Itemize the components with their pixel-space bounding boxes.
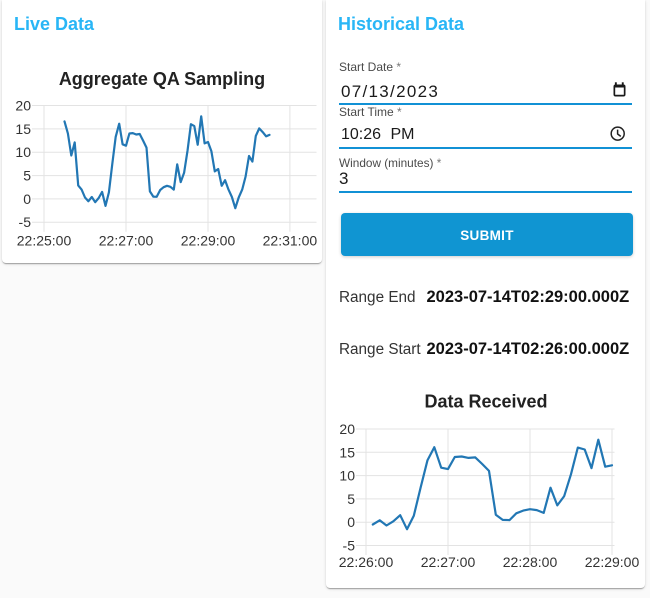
svg-text:20: 20	[15, 98, 31, 114]
svg-text:10: 10	[15, 144, 31, 160]
svg-text:22:27:00: 22:27:00	[421, 554, 476, 570]
svg-text:15: 15	[339, 444, 355, 460]
svg-text:5: 5	[347, 491, 355, 507]
svg-text:22:26:00: 22:26:00	[339, 554, 394, 570]
svg-text:22:25:00: 22:25:00	[17, 233, 72, 249]
svg-text:Aggregate QA Sampling: Aggregate QA Sampling	[59, 69, 265, 89]
svg-text:22:27:00: 22:27:00	[99, 233, 154, 249]
svg-text:-5: -5	[343, 538, 356, 554]
svg-text:22:31:00: 22:31:00	[263, 233, 318, 249]
svg-text:22:29:00: 22:29:00	[585, 554, 640, 570]
svg-text:Data Received: Data Received	[424, 392, 547, 412]
svg-text:5: 5	[23, 168, 31, 184]
svg-text:22:29:00: 22:29:00	[181, 233, 236, 249]
svg-text:-5: -5	[19, 214, 32, 230]
svg-text:20: 20	[339, 421, 355, 437]
svg-text:0: 0	[23, 191, 31, 207]
svg-text:15: 15	[15, 121, 31, 137]
svg-text:0: 0	[347, 514, 355, 530]
svg-text:10: 10	[339, 468, 355, 484]
svg-text:22:28:00: 22:28:00	[503, 554, 558, 570]
